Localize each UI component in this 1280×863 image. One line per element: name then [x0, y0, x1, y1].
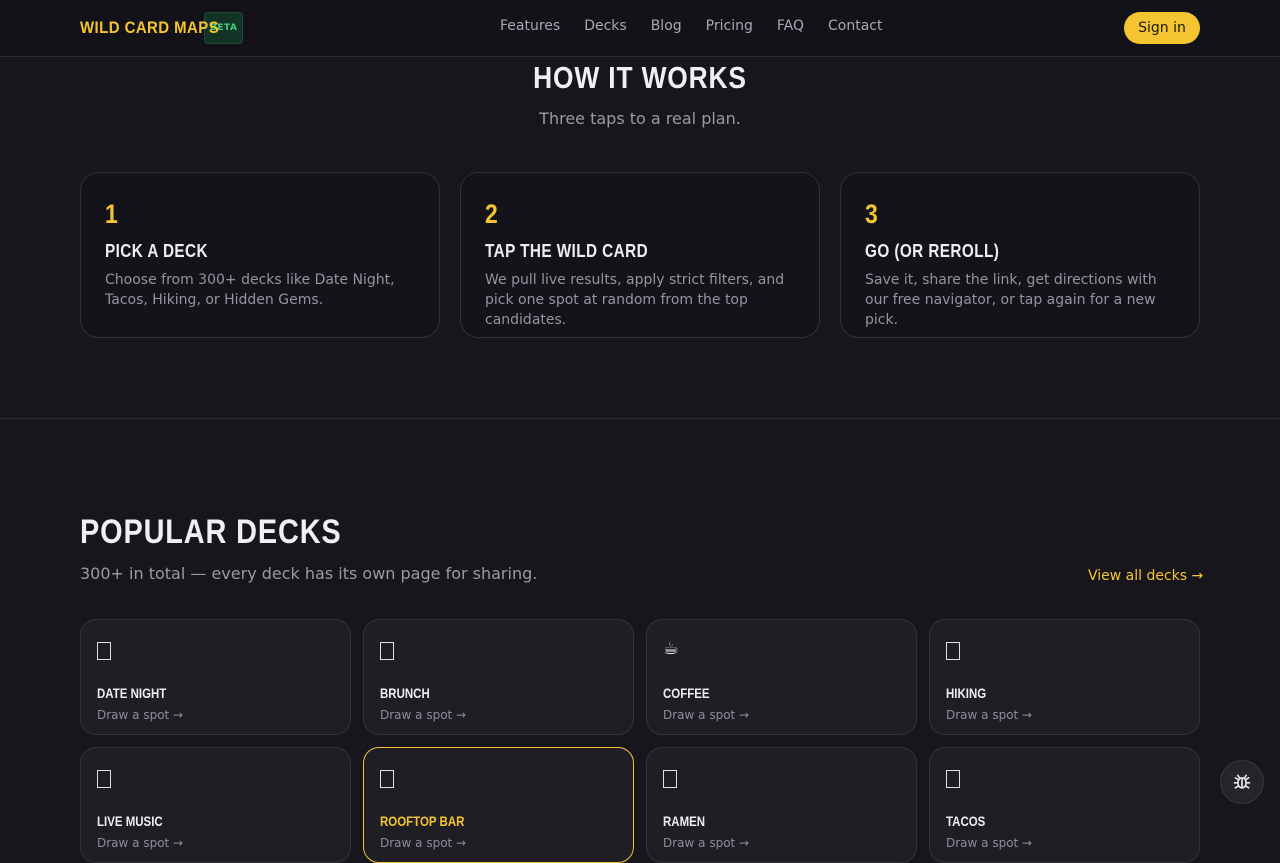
- deck-name: BRUNCH: [380, 685, 430, 701]
- nav-faq-link[interactable]: FAQ: [777, 18, 804, 34]
- deck-card-live-music[interactable]: LIVE MUSIC Draw a spot →: [80, 747, 351, 863]
- deck-name: LIVE MUSIC: [97, 813, 163, 829]
- deck-card-ramen[interactable]: RAMEN Draw a spot →: [646, 747, 917, 863]
- nav-pricing-link[interactable]: Pricing: [706, 18, 753, 34]
- step-card: 2 TAP THE WILD CARD We pull live results…: [460, 172, 820, 338]
- deck-name: RAMEN: [663, 813, 706, 829]
- step-card: 3 GO (OR REROLL) Save it, share the link…: [840, 172, 1200, 338]
- missing-glyph-icon: [663, 770, 677, 788]
- sign-in-button[interactable]: Sign in: [1124, 12, 1200, 44]
- nav-features-link[interactable]: Features: [500, 18, 560, 34]
- draw-spot-link[interactable]: Draw a spot →: [663, 708, 900, 722]
- deck-card-brunch[interactable]: BRUNCH Draw a spot →: [363, 619, 634, 735]
- draw-spot-link[interactable]: Draw a spot →: [946, 708, 1183, 722]
- draw-spot-link[interactable]: Draw a spot →: [97, 708, 334, 722]
- missing-glyph-icon: [946, 642, 960, 660]
- step-number: 1: [105, 199, 118, 229]
- deck-card-coffee[interactable]: ☕ COFFEE Draw a spot →: [646, 619, 917, 735]
- nav-decks-link[interactable]: Decks: [584, 18, 627, 34]
- popular-decks-subtitle: 300+ in total — every deck has its own p…: [80, 564, 538, 583]
- brand[interactable]: WILD CARD MAPS BETA: [80, 12, 244, 44]
- missing-glyph-icon: [946, 770, 960, 788]
- step-description: Save it, share the link, get directions …: [865, 272, 1157, 328]
- view-all-decks-link[interactable]: View all decks →: [1088, 568, 1203, 584]
- brand-name[interactable]: WILD CARD MAPS: [80, 18, 219, 38]
- draw-spot-link[interactable]: Draw a spot →: [97, 836, 334, 850]
- nav-blog-link[interactable]: Blog: [651, 18, 682, 34]
- deck-card-rooftop-bar[interactable]: ROOFTOP BAR Draw a spot →: [363, 747, 634, 863]
- bug-report-button[interactable]: [1220, 760, 1264, 804]
- step-description: We pull live results, apply strict filte…: [485, 272, 785, 328]
- coffee-icon: ☕: [663, 638, 680, 659]
- deck-name: COFFEE: [663, 685, 710, 701]
- step-title: PICK A DECK: [105, 241, 209, 261]
- how-it-works-subtitle: Three taps to a real plan.: [539, 109, 741, 128]
- section-divider: [0, 418, 1280, 419]
- missing-glyph-icon: [380, 770, 394, 788]
- deck-name: TACOS: [946, 813, 986, 829]
- missing-glyph-icon: [97, 770, 111, 788]
- missing-glyph-icon: [380, 642, 394, 660]
- step-number: 3: [865, 199, 878, 229]
- deck-name: DATE NIGHT: [97, 685, 167, 701]
- deck-name: HIKING: [946, 685, 987, 701]
- deck-card-date-night[interactable]: DATE NIGHT Draw a spot →: [80, 619, 351, 735]
- deck-name: ROOFTOP BAR: [380, 813, 465, 829]
- deck-card-hiking[interactable]: HIKING Draw a spot →: [929, 619, 1200, 735]
- deck-card-tacos[interactable]: TACOS Draw a spot →: [929, 747, 1200, 863]
- missing-glyph-icon: [97, 642, 111, 660]
- step-title: TAP THE WILD CARD: [485, 241, 649, 261]
- how-it-works-title: HOW IT WORKS: [533, 60, 747, 95]
- draw-spot-link[interactable]: Draw a spot →: [663, 836, 900, 850]
- step-number: 2: [485, 199, 498, 229]
- draw-spot-link[interactable]: Draw a spot →: [380, 836, 617, 850]
- bug-icon: [1233, 774, 1251, 789]
- main-nav: Features Decks Blog Pricing FAQ Contact: [500, 18, 882, 34]
- step-description: Choose from 300+ decks like Date Night, …: [105, 272, 395, 308]
- draw-spot-link[interactable]: Draw a spot →: [380, 708, 617, 722]
- nav-contact-link[interactable]: Contact: [828, 18, 882, 34]
- step-title: GO (OR REROLL): [865, 241, 1000, 261]
- top-navbar: WILD CARD MAPS BETA Features Decks Blog …: [0, 0, 1280, 57]
- popular-decks-title: POPULAR DECKS: [80, 513, 342, 551]
- step-card: 1 PICK A DECK Choose from 300+ decks lik…: [80, 172, 440, 338]
- draw-spot-link[interactable]: Draw a spot →: [946, 836, 1183, 850]
